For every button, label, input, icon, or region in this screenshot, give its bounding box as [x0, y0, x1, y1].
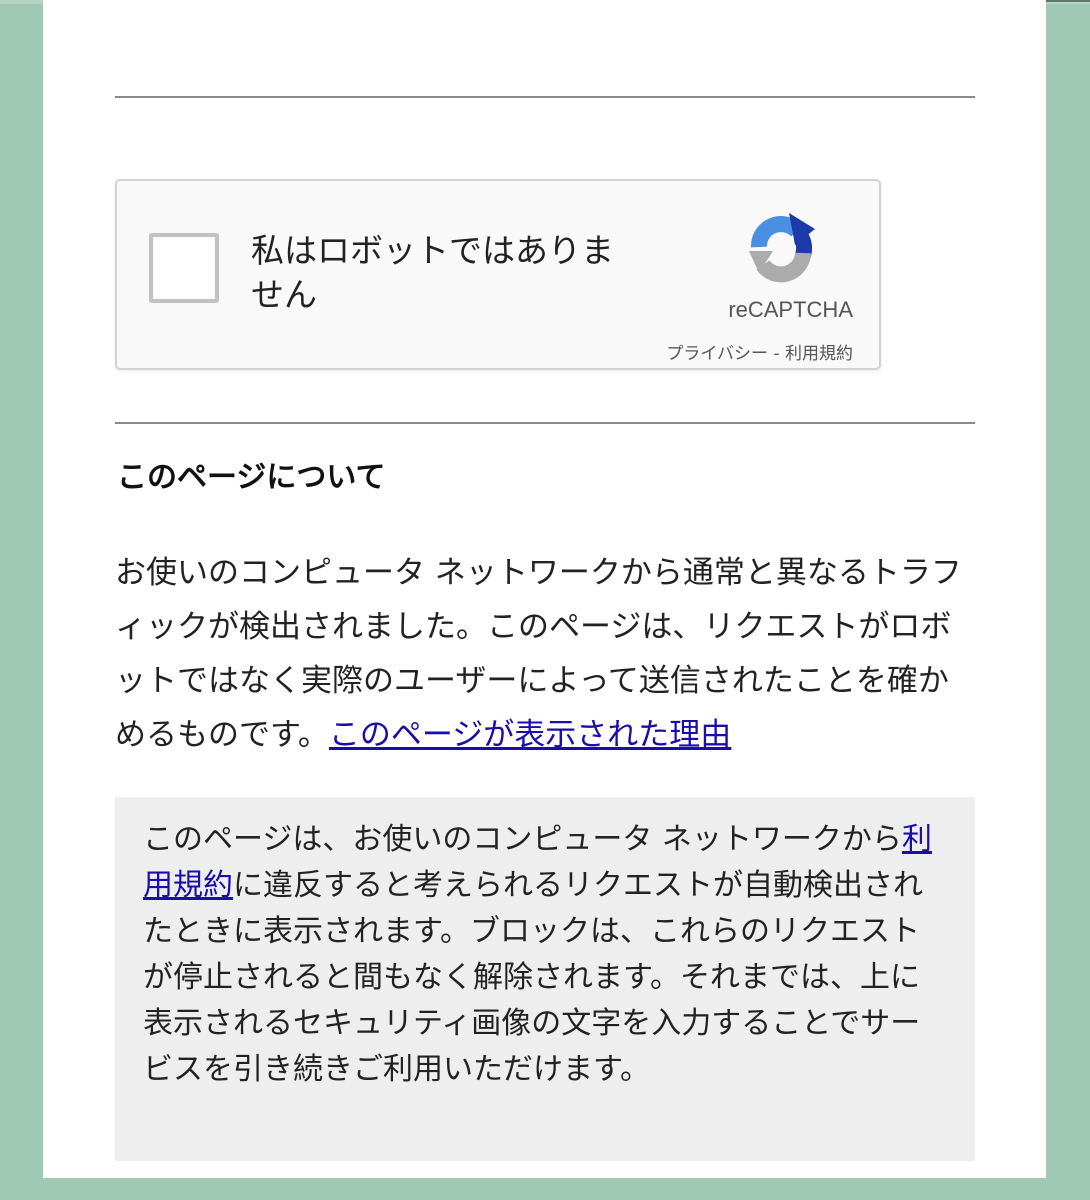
recaptcha-checkbox[interactable]: [149, 233, 219, 303]
page-container: 私はロボットではありません reCAPTCHA プライバシー - 利用規約 この…: [43, 0, 1046, 1178]
divider-bottom: [115, 422, 975, 424]
recaptcha-brand-text: reCAPTCHA: [728, 297, 853, 322]
about-heading: このページについて: [117, 460, 386, 495]
recaptcha-widget: 私はロボットではありません reCAPTCHA プライバシー - 利用規約: [115, 179, 881, 370]
why-shown-link[interactable]: このページが表示された理由: [329, 717, 731, 753]
notice-text-before: このページは、お使いのコンピュータ ネットワークから: [143, 822, 902, 857]
recaptcha-checkbox-label: 私はロボットではありません: [251, 231, 614, 314]
notice-text-after: に違反すると考えられるリクエストが自動検出されたときに表示されます。ブロックは、…: [143, 868, 923, 1087]
recaptcha-footer-links: プライバシー - 利用規約: [587, 339, 853, 364]
recaptcha-terms-link[interactable]: 利用規約: [785, 344, 853, 364]
recaptcha-links-separator: -: [768, 344, 785, 364]
info-notice-box: このページは、お使いのコンピュータ ネットワークから利用規約に違反すると考えられ…: [115, 797, 975, 1161]
divider-top: [115, 96, 975, 98]
recaptcha-privacy-link[interactable]: プライバシー: [666, 344, 768, 364]
recaptcha-logo-icon: [749, 213, 815, 283]
about-paragraph: お使いのコンピュータ ネットワークから通常と異なるトラフィックが検出されました。…: [115, 546, 975, 762]
